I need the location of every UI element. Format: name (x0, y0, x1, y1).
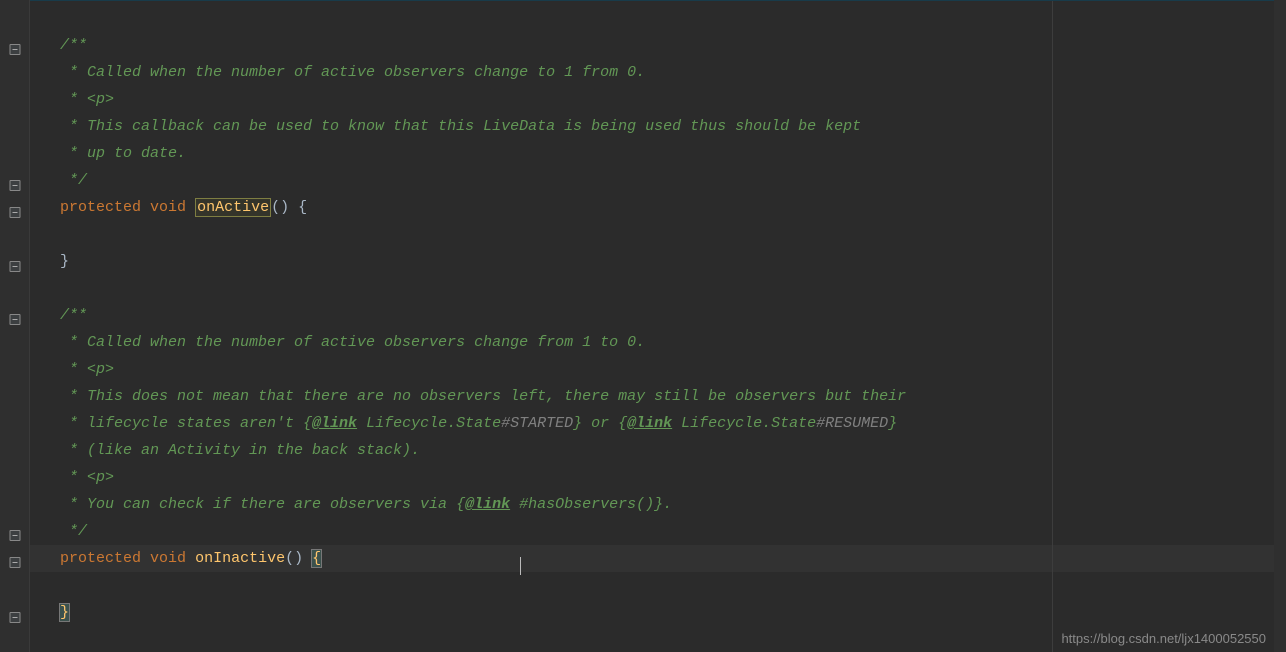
fold-toggle-icon[interactable] (9, 612, 20, 623)
javadoc-link: @link (627, 415, 672, 432)
vertical-scrollbar[interactable] (1274, 0, 1286, 652)
code-line: */ (30, 167, 1274, 194)
fold-toggle-icon[interactable] (9, 44, 20, 55)
code-line (30, 221, 1274, 248)
fold-toggle-icon[interactable] (9, 530, 20, 541)
code-line: protected void onActive() { (30, 194, 1274, 221)
code-line: /** (30, 32, 1274, 59)
code-line: * <p> (30, 464, 1274, 491)
code-line: */ (30, 518, 1274, 545)
fold-toggle-icon[interactable] (9, 261, 20, 272)
matching-brace: } (60, 604, 69, 621)
code-line: * Called when the number of active obser… (30, 59, 1274, 86)
code-line: } (30, 248, 1274, 275)
code-line: * This callback can be used to know that… (30, 113, 1274, 140)
code-line-current: protected void onInactive() { (30, 545, 1274, 572)
text-caret-icon (520, 557, 521, 575)
code-editor[interactable]: /** * Called when the number of active o… (0, 0, 1286, 652)
matching-brace: { (312, 550, 321, 567)
code-line: /** (30, 302, 1274, 329)
gutter (0, 0, 30, 652)
fold-toggle-icon[interactable] (9, 180, 20, 191)
javadoc-link: @link (465, 496, 510, 513)
method-oninactive: onInactive (195, 550, 285, 567)
code-line: * up to date. (30, 140, 1274, 167)
code-line: * You can check if there are observers v… (30, 491, 1274, 518)
method-onactive: onActive (195, 198, 271, 217)
code-line (30, 275, 1274, 302)
code-line: * Called when the number of active obser… (30, 329, 1274, 356)
code-line: * <p> (30, 356, 1274, 383)
fold-toggle-icon[interactable] (9, 557, 20, 568)
code-line: * <p> (30, 86, 1274, 113)
fold-toggle-icon[interactable] (9, 314, 20, 325)
code-line (30, 572, 1274, 599)
code-line: * This does not mean that there are no o… (30, 383, 1274, 410)
watermark-text: https://blog.csdn.net/ljx1400052550 (1061, 631, 1266, 646)
code-line (30, 5, 1274, 32)
code-line: } (30, 599, 1274, 626)
code-area[interactable]: /** * Called when the number of active o… (30, 0, 1274, 652)
right-margin-guide (1052, 1, 1053, 652)
code-line: * (like an Activity in the back stack). (30, 437, 1274, 464)
fold-toggle-icon[interactable] (9, 207, 20, 218)
code-line: * lifecycle states aren't {@link Lifecyc… (30, 410, 1274, 437)
javadoc-link: @link (312, 415, 357, 432)
